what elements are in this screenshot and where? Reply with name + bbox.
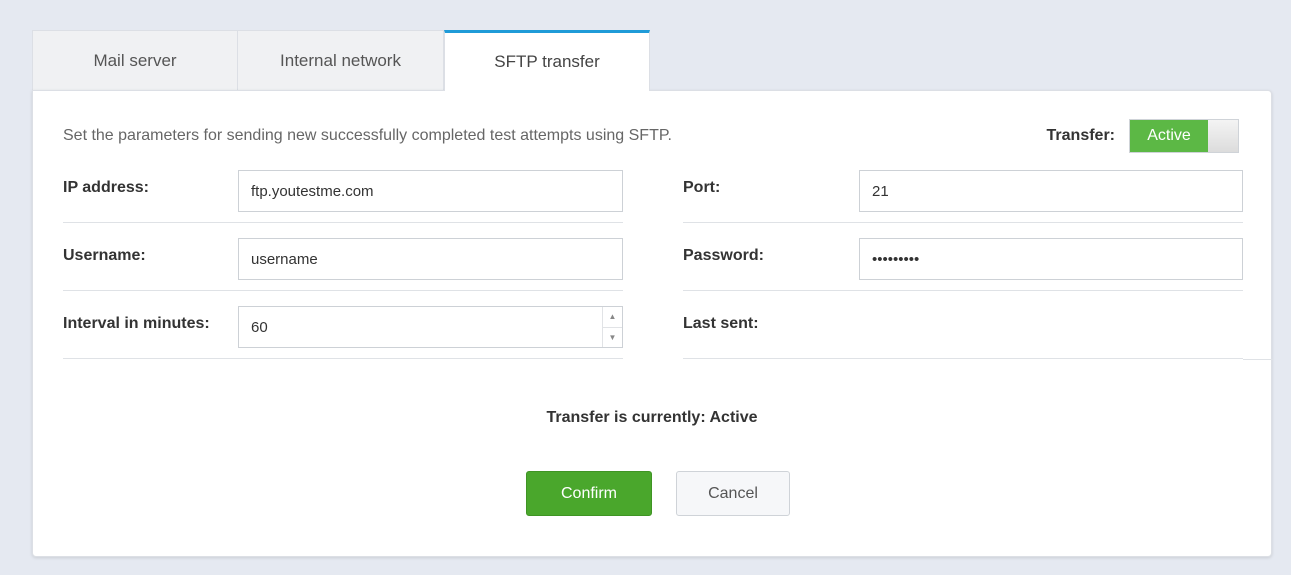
port-input[interactable] bbox=[859, 170, 1243, 212]
last-sent-label: Last sent: bbox=[683, 315, 759, 332]
interval-label: Interval in minutes: bbox=[63, 315, 210, 332]
ip-address-row: IP address: bbox=[63, 155, 623, 223]
transfer-status: Transfer is currently: Active bbox=[546, 409, 758, 426]
tab-internal-network[interactable]: Internal network bbox=[238, 30, 444, 90]
port-row: Port: bbox=[683, 155, 1243, 223]
password-row: Password: bbox=[683, 223, 1243, 291]
tab-mail-server[interactable]: Mail server bbox=[32, 30, 238, 90]
ip-address-input[interactable] bbox=[238, 170, 623, 212]
interval-row: Interval in minutes: ▲ ▼ bbox=[63, 291, 623, 359]
panel-description: Set the parameters for sending new succe… bbox=[63, 127, 672, 144]
transfer-switch-knob[interactable] bbox=[1208, 120, 1238, 152]
row-divider bbox=[1243, 359, 1273, 360]
transfer-switch[interactable]: Active bbox=[1129, 119, 1239, 153]
username-label: Username: bbox=[63, 247, 146, 264]
interval-spinner: ▲ ▼ bbox=[238, 306, 623, 348]
password-input[interactable] bbox=[859, 238, 1243, 280]
decrement-arrow-icon[interactable]: ▼ bbox=[603, 326, 622, 348]
tab-bar: Mail server Internal network SFTP transf… bbox=[32, 30, 650, 91]
sftp-settings-panel: Set the parameters for sending new succe… bbox=[32, 90, 1273, 557]
port-label: Port: bbox=[683, 179, 721, 196]
cancel-button[interactable]: Cancel bbox=[676, 471, 790, 516]
transfer-label: Transfer: bbox=[1046, 127, 1115, 144]
username-row: Username: bbox=[63, 223, 623, 291]
transfer-toggle-group: Transfer: Active bbox=[1047, 119, 1239, 153]
transfer-switch-state: Active bbox=[1130, 120, 1208, 152]
interval-input[interactable] bbox=[238, 306, 623, 348]
confirm-button[interactable]: Confirm bbox=[526, 471, 652, 516]
form-actions: Confirm Cancel bbox=[33, 471, 1271, 516]
password-label: Password: bbox=[683, 247, 764, 264]
ip-address-label: IP address: bbox=[63, 179, 149, 196]
interval-stepper: ▲ ▼ bbox=[602, 307, 622, 347]
increment-arrow-icon[interactable]: ▲ bbox=[603, 307, 622, 327]
tab-sftp-transfer[interactable]: SFTP transfer bbox=[444, 30, 650, 91]
username-input[interactable] bbox=[238, 238, 623, 280]
last-sent-row: Last sent: bbox=[683, 291, 1243, 359]
